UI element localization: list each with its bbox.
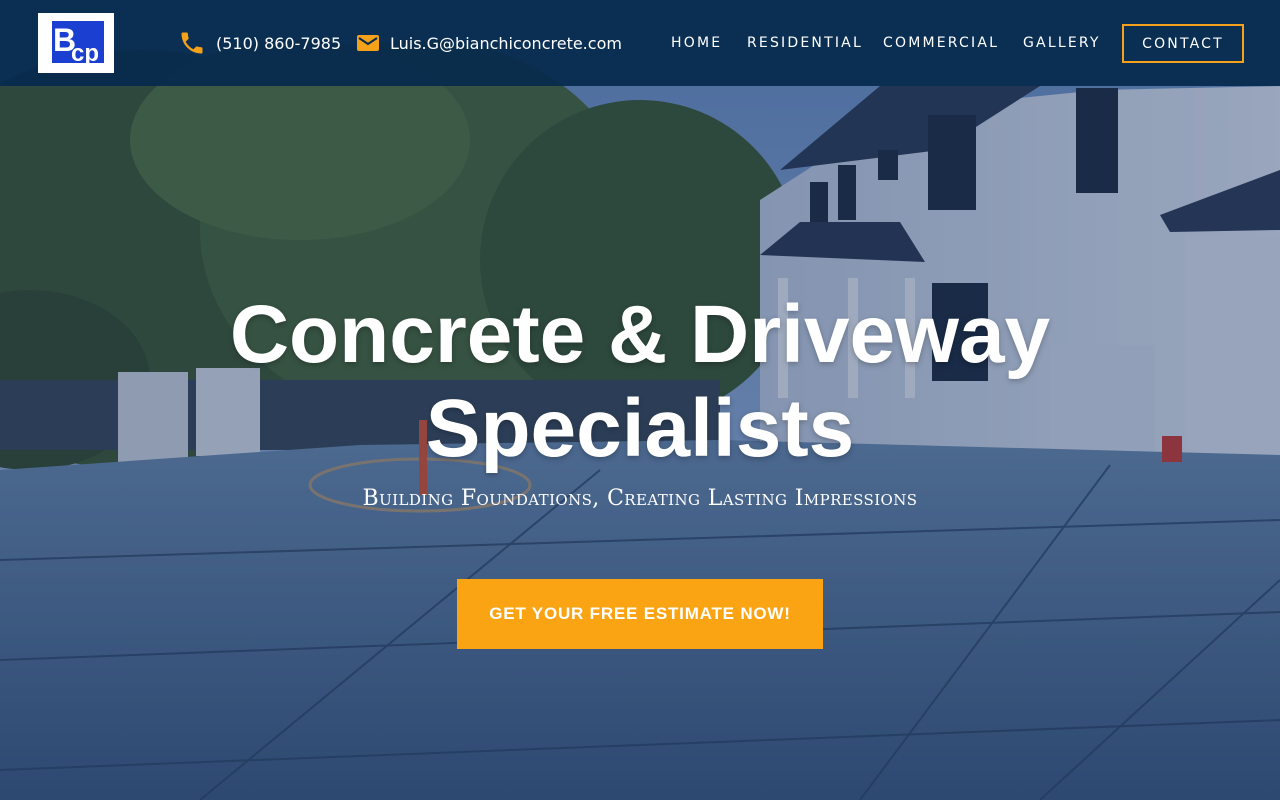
phone-number: (510) 860-7985 — [216, 33, 342, 53]
nav-residential[interactable]: RESIDENTIAL — [747, 30, 863, 56]
nav-gallery[interactable]: GALLERY — [1023, 30, 1101, 56]
phone-icon — [178, 29, 206, 57]
page: B cp (510) 860-7985 Luis.G@bianchiconcre… — [0, 0, 1280, 800]
nav-commercial[interactable]: COMMERCIAL — [883, 30, 999, 56]
contact-button[interactable]: CONTACT — [1122, 24, 1244, 63]
free-estimate-button[interactable]: GET YOUR FREE ESTIMATE NOW! — [457, 579, 823, 649]
hero-subtitle: Building Foundations, Creating Lasting I… — [362, 486, 918, 511]
mail-icon — [356, 33, 380, 53]
svg-text:cp: cp — [71, 40, 99, 67]
email-contact[interactable]: Luis.G@bianchiconcrete.com — [356, 28, 622, 58]
nav-home[interactable]: HOME — [671, 30, 722, 56]
hero-title: Concrete & Driveway Specialists — [140, 288, 1140, 476]
phone-contact[interactable]: (510) 860-7985 — [178, 28, 341, 58]
logo[interactable]: B cp — [38, 13, 114, 73]
email-address: Luis.G@bianchiconcrete.com — [390, 33, 622, 53]
site-header: B cp (510) 860-7985 Luis.G@bianchiconcre… — [0, 0, 1280, 86]
hero-title-line-1: Concrete & Driveway — [229, 289, 1051, 380]
hero-title-line-2: Specialists — [425, 383, 855, 474]
